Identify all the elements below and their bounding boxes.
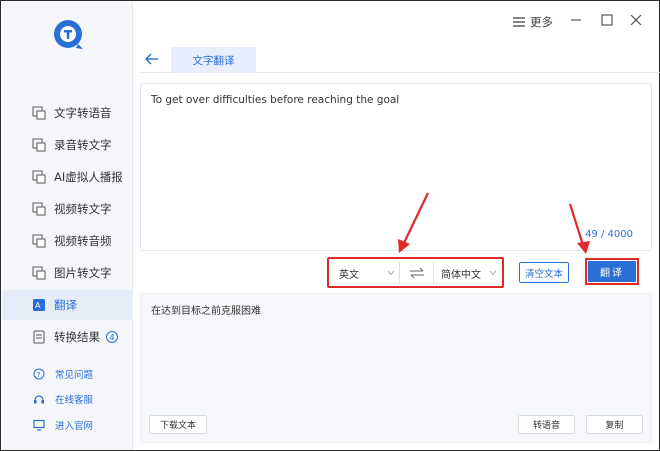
source-language-value: 英文 bbox=[339, 269, 359, 281]
menu-icon bbox=[513, 17, 525, 27]
sidebar-item-label: 视频转音频 bbox=[54, 234, 112, 248]
sidebar-item-text-to-speech[interactable]: 文字转语音 bbox=[2, 98, 133, 128]
divider bbox=[399, 262, 400, 284]
help-link[interactable]: ? 常见问题 bbox=[2, 364, 133, 384]
sidebar-item-translate[interactable]: A 翻译 bbox=[2, 290, 133, 320]
svg-text:A: A bbox=[35, 301, 41, 310]
result-text-area[interactable]: 在达到目标之前克服困难 下载文本 转语音 复制 bbox=[140, 293, 652, 443]
minimize-icon[interactable] bbox=[568, 12, 584, 28]
image-to-text-icon bbox=[32, 266, 46, 280]
chevron-down-icon bbox=[387, 270, 395, 276]
to-speech-button[interactable]: 转语音 bbox=[518, 415, 575, 434]
sidebar-item-ai-avatar[interactable]: AI虚拟人播报 bbox=[2, 162, 133, 192]
text-to-speech-icon bbox=[32, 106, 46, 120]
language-selector: 英文 简体中文 bbox=[327, 257, 504, 288]
sidebar-item-label: 图片转文字 bbox=[54, 266, 112, 280]
svg-text:?: ? bbox=[37, 371, 41, 379]
close-icon[interactable] bbox=[628, 12, 644, 28]
online-support-label: 在线客服 bbox=[55, 395, 94, 406]
download-text-button[interactable]: 下载文本 bbox=[149, 415, 207, 434]
char-counter: 49 / 4000 bbox=[585, 229, 633, 240]
sidebar-item-recording-to-text[interactable]: 录音转文字 bbox=[2, 130, 133, 160]
tab-bar: 文字翻译 bbox=[140, 47, 660, 73]
sidebar-item-label: 录音转文字 bbox=[54, 138, 112, 152]
headset-icon bbox=[34, 395, 44, 404]
source-text: To get over difficulties before reaching… bbox=[151, 94, 400, 106]
video-to-text-icon bbox=[32, 202, 46, 216]
app-logo-icon bbox=[54, 20, 83, 49]
online-support-link[interactable]: 在线客服 bbox=[2, 389, 133, 409]
results-icon bbox=[33, 330, 45, 344]
sidebar-item-results[interactable]: 转换结果 4 bbox=[2, 322, 133, 352]
clear-text-button[interactable]: 清空文本 bbox=[519, 262, 569, 283]
official-site-link[interactable]: 进入官网 bbox=[2, 415, 133, 435]
sidebar: 文字转语音 录音转文字 AI虚拟人播报 视频转文字 视频转音频 图片转文字 A … bbox=[2, 2, 133, 450]
source-text-area[interactable]: To get over difficulties before reaching… bbox=[140, 83, 652, 251]
sidebar-item-label: 翻译 bbox=[54, 298, 77, 312]
chevron-down-icon bbox=[489, 270, 497, 276]
sidebar-item-label: 视频转文字 bbox=[54, 202, 112, 216]
recording-to-text-icon bbox=[32, 138, 46, 152]
official-site-label: 进入官网 bbox=[55, 421, 94, 432]
more-label: 更多 bbox=[530, 15, 553, 29]
translate-icon: A bbox=[33, 299, 45, 311]
help-icon: ? bbox=[33, 368, 45, 380]
maximize-icon[interactable] bbox=[599, 12, 615, 28]
help-link-label: 常见问题 bbox=[55, 370, 94, 381]
tab-text-translate[interactable]: 文字翻译 bbox=[171, 47, 256, 73]
target-language-select[interactable]: 简体中文 bbox=[441, 262, 501, 284]
ai-avatar-icon bbox=[32, 170, 46, 184]
results-count-badge: 4 bbox=[106, 331, 118, 343]
copy-button[interactable]: 复制 bbox=[586, 415, 643, 434]
back-arrow-icon[interactable] bbox=[144, 51, 160, 67]
monitor-icon bbox=[33, 419, 45, 431]
sidebar-item-image-to-text[interactable]: 图片转文字 bbox=[2, 258, 133, 288]
source-language-select[interactable]: 英文 bbox=[339, 262, 401, 284]
result-text: 在达到目标之前克服困难 bbox=[151, 306, 261, 317]
video-to-audio-icon bbox=[32, 234, 46, 248]
sidebar-item-label: AI虚拟人播报 bbox=[54, 170, 123, 184]
title-bar: 更多 bbox=[133, 2, 660, 42]
sidebar-item-video-to-text[interactable]: 视频转文字 bbox=[2, 194, 133, 224]
sidebar-item-label: 转换结果 bbox=[54, 330, 100, 344]
target-language-value: 简体中文 bbox=[441, 269, 481, 281]
sidebar-item-video-to-audio[interactable]: 视频转音频 bbox=[2, 226, 133, 256]
swap-languages-icon[interactable] bbox=[409, 267, 425, 279]
sidebar-item-label: 文字转语音 bbox=[54, 106, 112, 120]
translate-button[interactable]: 翻译 bbox=[588, 261, 636, 282]
divider bbox=[433, 262, 434, 284]
more-menu-button[interactable]: 更多 bbox=[513, 14, 553, 30]
app-window: 文字转语音 录音转文字 AI虚拟人播报 视频转文字 视频转音频 图片转文字 A … bbox=[0, 0, 660, 451]
